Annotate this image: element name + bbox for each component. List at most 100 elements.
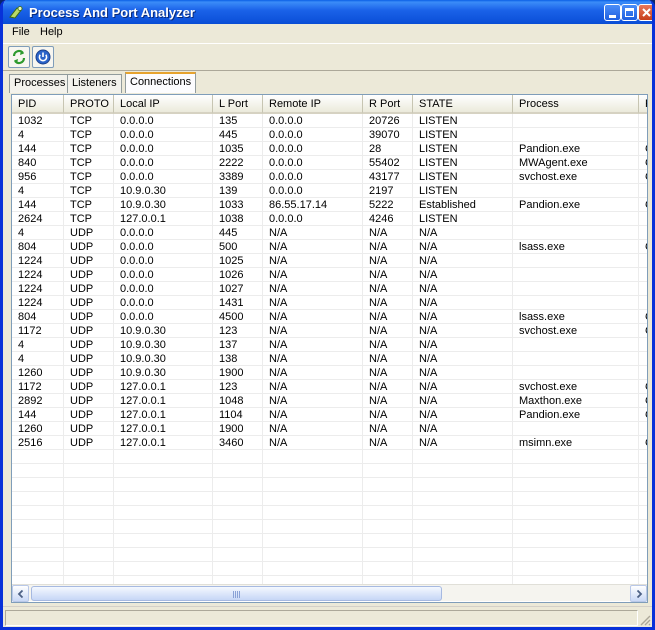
cell-remote-ip: N/A bbox=[269, 283, 288, 295]
cell-proto: UDP bbox=[70, 409, 94, 421]
column-header-remote-port[interactable]: R Port bbox=[363, 95, 413, 114]
menu-help[interactable]: Help bbox=[37, 26, 66, 38]
table-row[interactable]: 1260 UDP 10.9.0.30 1900 N/A N/A N/A bbox=[12, 366, 647, 380]
table-row[interactable]: 1260 UDP 127.0.0.1 1900 N/A N/A N/A bbox=[12, 422, 647, 436]
table-row[interactable]: 956 TCP 0.0.0.0 3389 0.0.0.0 43177 LISTEN svcho… bbox=[12, 170, 647, 184]
grid-line bbox=[12, 477, 647, 478]
table-row[interactable]: 1224 UDP 0.0.0.0 1025 N/A N/A N/A bbox=[12, 254, 647, 268]
cell-remote-ip: N/A bbox=[269, 339, 288, 351]
resize-grip-icon[interactable] bbox=[639, 614, 651, 626]
minimize-button[interactable] bbox=[604, 4, 621, 21]
column-header-remote-ip[interactable]: Remote IP bbox=[263, 95, 363, 114]
column-header-local-ip[interactable]: Local IP bbox=[114, 95, 213, 114]
close-icon bbox=[642, 8, 651, 17]
tab-label: Listeners bbox=[72, 77, 117, 89]
connections-list[interactable]: PID PROTO Local IP L Port Remote IP R Po… bbox=[11, 94, 648, 603]
table-row[interactable]: 4 UDP 0.0.0.0 445 N/A N/A N/A bbox=[12, 226, 647, 240]
cell-local-port: 137 bbox=[219, 339, 238, 351]
cell-proto: UDP bbox=[70, 381, 94, 393]
tab-connections[interactable]: Connections bbox=[125, 72, 197, 93]
tab-listeners[interactable]: Listeners bbox=[67, 74, 122, 93]
cell-process bbox=[513, 422, 639, 436]
column-header-state[interactable]: STATE bbox=[413, 95, 513, 114]
grid-line bbox=[12, 519, 647, 520]
cell-process bbox=[513, 226, 639, 240]
scroll-right-button[interactable] bbox=[630, 585, 647, 602]
cell-remote-port: N/A bbox=[369, 409, 388, 421]
cell-pid: 1260 bbox=[18, 423, 43, 435]
table-row[interactable]: 4 TCP 10.9.0.30 139 0.0.0.0 2197 LISTEN bbox=[12, 184, 647, 198]
power-icon bbox=[35, 49, 51, 65]
cell-state: N/A bbox=[419, 367, 438, 379]
table-row[interactable]: 4 UDP 10.9.0.30 137 N/A N/A N/A bbox=[12, 338, 647, 352]
scroll-thumb[interactable] bbox=[31, 586, 442, 601]
maximize-button[interactable] bbox=[621, 4, 638, 21]
table-row[interactable]: 1224 UDP 0.0.0.0 1027 N/A N/A N/A bbox=[12, 282, 647, 296]
cell-process: Pandion.exe bbox=[519, 199, 581, 211]
refresh-button[interactable] bbox=[8, 46, 30, 68]
cell-state: N/A bbox=[419, 339, 438, 351]
cell-path bbox=[639, 352, 647, 366]
title-bar[interactable]: Process And Port Analyzer bbox=[3, 0, 652, 26]
cell-path bbox=[639, 296, 647, 310]
menu-file[interactable]: File bbox=[9, 26, 33, 38]
column-header-local-port[interactable]: L Port bbox=[213, 95, 263, 114]
column-header-process[interactable]: Process bbox=[513, 95, 639, 114]
cell-local-ip: 0.0.0.0 bbox=[120, 297, 154, 309]
table-row[interactable]: 144 TCP 0.0.0.0 1035 0.0.0.0 28 LISTEN Pandion.… bbox=[12, 142, 647, 156]
tab-processes[interactable]: Processes bbox=[9, 74, 71, 93]
table-row[interactable]: 840 TCP 0.0.0.0 2222 0.0.0.0 55402 LISTEN MWAge… bbox=[12, 156, 647, 170]
cell-proto: UDP bbox=[70, 241, 94, 253]
cell-remote-ip: N/A bbox=[269, 227, 288, 239]
cell-proto: UDP bbox=[70, 395, 94, 407]
power-button[interactable] bbox=[32, 46, 54, 68]
table-row[interactable]: 144 UDP 127.0.0.1 1104 N/A N/A N/A Pandion.exe C bbox=[12, 408, 647, 422]
table-row[interactable]: 1032 TCP 0.0.0.0 135 0.0.0.0 20726 LISTEN bbox=[12, 114, 647, 128]
grip-line bbox=[233, 591, 234, 598]
table-row[interactable]: 4 UDP 10.9.0.30 138 N/A N/A N/A bbox=[12, 352, 647, 366]
scroll-left-button[interactable] bbox=[12, 585, 29, 602]
table-row[interactable]: 2516 UDP 127.0.0.1 3460 N/A N/A N/A msimn.exe C bbox=[12, 436, 647, 450]
table-row[interactable]: 1172 UDP 10.9.0.30 123 N/A N/A N/A svchost.exe C bbox=[12, 324, 647, 338]
table-row[interactable]: 804 UDP 0.0.0.0 4500 N/A N/A N/A lsass.exe C bbox=[12, 310, 647, 324]
cell-proto: TCP bbox=[70, 171, 92, 183]
column-header-pid[interactable]: PID bbox=[12, 95, 64, 114]
minimize-icon bbox=[609, 15, 616, 18]
table-row[interactable]: 1224 UDP 0.0.0.0 1026 N/A N/A N/A bbox=[12, 268, 647, 282]
column-header-path[interactable]: F bbox=[639, 95, 647, 114]
cell-local-ip: 127.0.0.1 bbox=[120, 213, 166, 225]
table-row[interactable]: 4 TCP 0.0.0.0 445 0.0.0.0 39070 LISTEN bbox=[12, 128, 647, 142]
grid-line bbox=[12, 463, 647, 464]
table-row[interactable]: 804 UDP 0.0.0.0 500 N/A N/A N/A lsass.exe C bbox=[12, 240, 647, 254]
cell-state: N/A bbox=[419, 227, 438, 239]
cell-process bbox=[513, 296, 639, 310]
cell-local-ip: 0.0.0.0 bbox=[120, 311, 154, 323]
cell-local-ip: 127.0.0.1 bbox=[120, 423, 166, 435]
grid-line bbox=[638, 114, 639, 584]
window-title: Process And Port Analyzer bbox=[29, 5, 195, 20]
close-button[interactable] bbox=[638, 4, 652, 21]
table-row[interactable]: 1172 UDP 127.0.0.1 123 N/A N/A N/A svchost.exe C bbox=[12, 380, 647, 394]
cell-remote-port: N/A bbox=[369, 255, 388, 267]
column-header-proto[interactable]: PROTO bbox=[64, 95, 114, 114]
cell-pid: 144 bbox=[18, 143, 37, 155]
table-row[interactable]: 2624 TCP 127.0.0.1 1038 0.0.0.0 4246 LISTEN bbox=[12, 212, 647, 226]
cell-remote-ip: 0.0.0.0 bbox=[269, 157, 303, 169]
cell-path: C bbox=[639, 408, 647, 422]
cell-remote-port: N/A bbox=[369, 241, 388, 253]
grid-line bbox=[113, 114, 114, 584]
table-row[interactable]: 144 TCP 10.9.0.30 1033 86.55.17.14 5222 Establ… bbox=[12, 198, 647, 212]
cell-state: N/A bbox=[419, 395, 438, 407]
horizontal-scrollbar[interactable] bbox=[12, 584, 647, 602]
grip-line bbox=[239, 591, 240, 598]
table-row[interactable]: 2892 UDP 127.0.0.1 1048 N/A N/A N/A Maxthon.exe… bbox=[12, 394, 647, 408]
cell-remote-port: 4246 bbox=[369, 213, 394, 225]
cell-remote-port: N/A bbox=[369, 297, 388, 309]
cell-pid: 2624 bbox=[18, 213, 43, 225]
table-row[interactable]: 1224 UDP 0.0.0.0 1431 N/A N/A N/A bbox=[12, 296, 647, 310]
cell-remote-port: 28 bbox=[369, 143, 382, 155]
cell-remote-port: N/A bbox=[369, 367, 388, 379]
grid-line bbox=[412, 114, 413, 584]
grid-line bbox=[262, 114, 263, 584]
cell-state: N/A bbox=[419, 325, 438, 337]
